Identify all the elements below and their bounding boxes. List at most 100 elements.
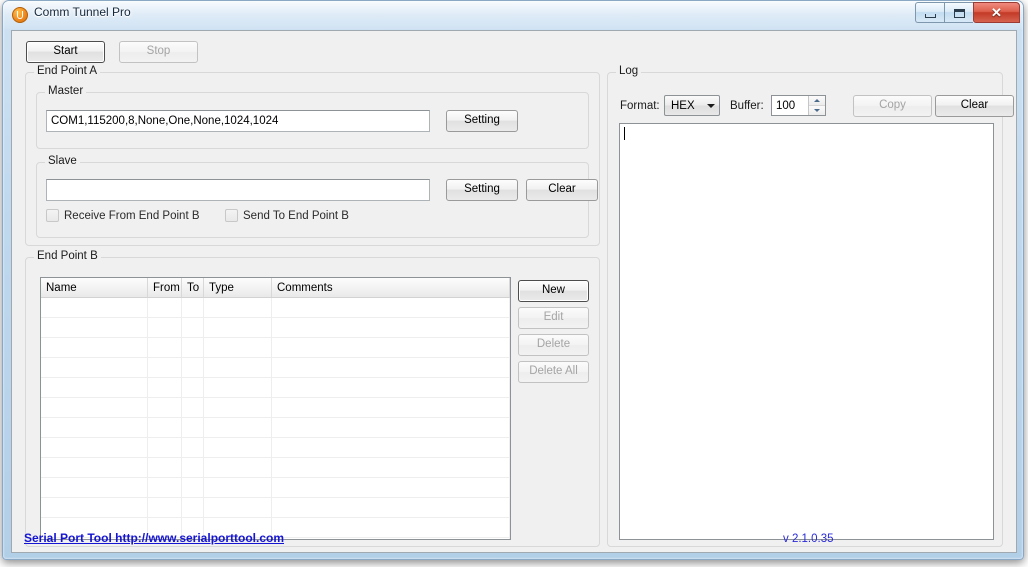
end-point-b-legend: End Point B [34,250,101,262]
end-point-b-group: End Point B Name From To Type Comments New E… [25,250,600,547]
table-cell [41,438,148,457]
end-point-a-legend: End Point A [34,65,101,77]
spinner-down-icon[interactable] [809,106,825,115]
table-cell [182,298,204,317]
serial-port-tool-link[interactable]: Serial Port Tool http://www.serialportto… [24,531,284,545]
delete-button[interactable]: Delete [518,334,589,356]
table-row[interactable] [41,418,510,438]
table-row[interactable] [41,318,510,338]
minimize-button[interactable] [915,2,944,23]
table-row[interactable] [41,378,510,398]
send-to-end-point-b-checkbox[interactable]: Send To End Point B [225,209,349,222]
slave-clear-button[interactable]: Clear [526,179,598,201]
table-cell [148,298,182,317]
table-cell [204,298,272,317]
table-cell [204,458,272,477]
format-value: HEX [671,99,695,112]
receive-from-end-point-b-checkbox[interactable]: Receive From End Point B [46,209,200,222]
table-row[interactable] [41,478,510,498]
chevron-down-icon [702,96,719,115]
table-cell [182,358,204,377]
master-group: Master COM1,115200,8,None,One,None,1024,… [36,85,589,149]
format-select[interactable]: HEX [664,95,720,116]
window-title: Comm Tunnel Pro [34,5,131,19]
end-point-b-table[interactable]: Name From To Type Comments [40,277,511,540]
table-cell [41,378,148,397]
log-textarea[interactable] [619,123,994,540]
close-icon: ✕ [991,5,1002,20]
format-label: Format: [620,100,660,112]
table-column-header[interactable]: To [182,278,204,297]
table-cell [272,498,510,517]
table-cell [272,418,510,437]
table-cell [272,398,510,417]
table-cell [182,318,204,337]
start-button[interactable]: Start [26,41,105,63]
table-cell [41,358,148,377]
table-cell [182,338,204,357]
table-cell [41,478,148,497]
minimize-icon [925,14,936,18]
table-cell [272,318,510,337]
table-cell [204,398,272,417]
window-frame: Comm Tunnel Pro ✕ Start Stop End Point A [2,0,1024,560]
table-cell [41,418,148,437]
slave-config-input[interactable] [46,179,430,201]
table-row[interactable] [41,358,510,378]
table-column-header[interactable]: Type [204,278,272,297]
table-cell [272,378,510,397]
buffer-value: 100 [776,99,796,112]
buffer-stepper[interactable]: 100 [771,95,826,116]
spinner-up-icon[interactable] [809,96,825,106]
new-button[interactable]: New [518,280,589,302]
master-setting-button[interactable]: Setting [446,110,518,132]
table-row[interactable] [41,398,510,418]
table-row[interactable] [41,298,510,318]
table-column-header[interactable]: From [148,278,182,297]
table-cell [272,298,510,317]
table-cell [148,318,182,337]
window-controls: ✕ [915,2,1020,23]
send-to-end-point-b-label: Send To End Point B [243,209,349,222]
table-cell [148,438,182,457]
maximize-button[interactable] [944,2,973,23]
spinner-buttons [808,96,825,115]
checkbox-box-icon [46,209,59,222]
title-bar[interactable]: Comm Tunnel Pro ✕ [3,1,1023,29]
table-cell [272,458,510,477]
table-cell [148,478,182,497]
table-cell [204,478,272,497]
app-circle-icon [12,7,28,23]
table-cell [272,358,510,377]
table-cell [182,458,204,477]
table-column-header[interactable]: Name [41,278,148,297]
table-cell [182,398,204,417]
slave-setting-button[interactable]: Setting [446,179,518,201]
table-cell [148,378,182,397]
close-button[interactable]: ✕ [973,2,1020,23]
table-header-row: Name From To Type Comments [41,278,510,298]
table-cell [148,418,182,437]
version-label: v 2.1.0.35 [783,533,834,545]
delete-all-button[interactable]: Delete All [518,361,589,383]
table-cell [182,438,204,457]
table-cell [204,358,272,377]
edit-button[interactable]: Edit [518,307,589,329]
slave-legend: Slave [45,155,80,167]
table-cell [41,338,148,357]
table-column-header[interactable]: Comments [272,278,510,297]
table-row[interactable] [41,338,510,358]
table-row[interactable] [41,438,510,458]
text-caret [624,127,625,140]
stop-button[interactable]: Stop [119,41,198,63]
end-point-a-group: End Point A Master COM1,115200,8,None,On… [25,65,600,246]
log-copy-button[interactable]: Copy [853,95,932,117]
table-cell [41,298,148,317]
table-row[interactable] [41,498,510,518]
table-cell [41,398,148,417]
log-clear-button[interactable]: Clear [935,95,1014,117]
master-config-input[interactable]: COM1,115200,8,None,One,None,1024,1024 [46,110,430,132]
table-cell [182,478,204,497]
table-cell [204,498,272,517]
table-row[interactable] [41,458,510,478]
